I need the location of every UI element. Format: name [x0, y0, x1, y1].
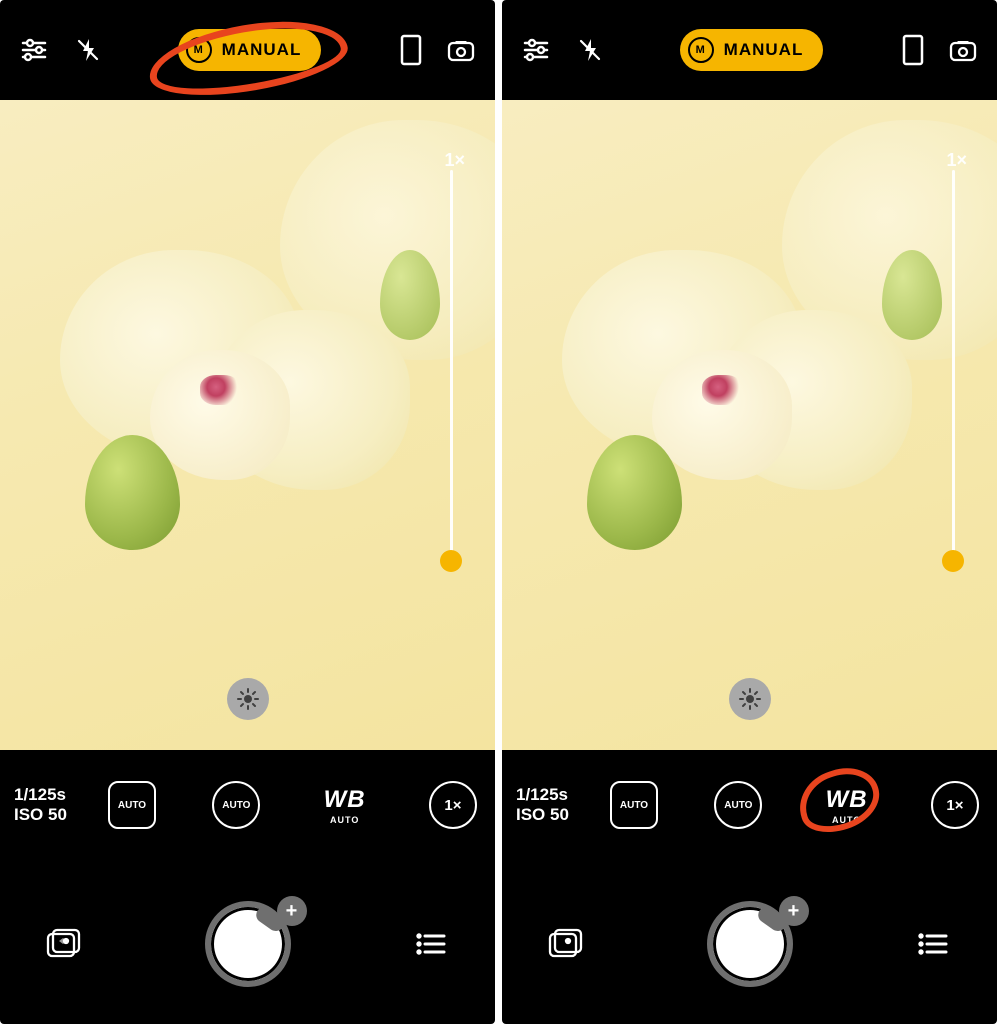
top-toolbar: M MANUAL	[502, 0, 997, 100]
mode-label: MANUAL	[222, 40, 302, 60]
zoom-slider-handle[interactable]	[942, 550, 964, 572]
white-balance-control[interactable]: WB AUTO	[819, 786, 875, 825]
shutter-plus-button[interactable]: +	[277, 896, 307, 926]
shutter-speed-value: 1/125s	[14, 785, 104, 805]
manual-controls-row: 1/125s ISO 50 AUTO AUTO WB AUTO 1×	[0, 760, 495, 850]
shutter-row: +	[502, 884, 997, 1004]
shutter-row: +	[0, 884, 495, 1004]
zoom-level-label: 1×	[444, 150, 465, 171]
zoom-slider-track[interactable]	[952, 170, 955, 570]
iso-value: ISO 50	[14, 805, 104, 825]
zoom-level-label: 1×	[946, 150, 967, 171]
top-toolbar: M MANUAL	[0, 0, 495, 100]
ev-control[interactable]: AUTO	[212, 781, 260, 829]
aspect-portrait-icon[interactable]	[389, 28, 433, 72]
zoom-control[interactable]: 1×	[931, 781, 979, 829]
settings-sliders-icon[interactable]	[514, 28, 558, 72]
white-balance-control[interactable]: WB AUTO	[317, 786, 373, 825]
gallery-button[interactable]	[40, 920, 88, 968]
zoom-badge: 1×	[444, 797, 461, 814]
mode-badge-icon: M	[186, 37, 212, 63]
exposure-readout: 1/125s ISO 50	[14, 785, 104, 824]
shutter-plus-button[interactable]: +	[779, 896, 809, 926]
flash-off-icon[interactable]	[568, 28, 612, 72]
zoom-control[interactable]: 1×	[429, 781, 477, 829]
iso-value: ISO 50	[516, 805, 606, 825]
shutter-group: +	[183, 894, 313, 994]
ev-badge: AUTO	[222, 800, 250, 811]
flash-off-icon[interactable]	[66, 28, 110, 72]
mode-manual-button[interactable]: M MANUAL	[680, 29, 824, 71]
mode-label: MANUAL	[724, 40, 804, 60]
camera-screen-right: M MANUAL 1×	[502, 0, 997, 1024]
camera-switch-icon[interactable]	[439, 28, 483, 72]
exposure-readout: 1/125s ISO 50	[516, 785, 606, 824]
focus-control[interactable]: AUTO	[108, 781, 156, 829]
wb-sub: AUTO	[832, 815, 861, 825]
mode-manual-button[interactable]: M MANUAL	[178, 29, 322, 71]
brightness-button[interactable]	[729, 678, 771, 720]
viewfinder[interactable]: 1×	[0, 100, 495, 750]
zoom-slider-handle[interactable]	[440, 550, 462, 572]
wb-label: WB	[826, 786, 868, 814]
mode-badge-icon: M	[688, 37, 714, 63]
zoom-badge: 1×	[946, 797, 963, 814]
manual-controls-row: 1/125s ISO 50 AUTO AUTO WB AUTO 1×	[502, 760, 997, 850]
gallery-button[interactable]	[542, 920, 590, 968]
wb-sub: AUTO	[330, 815, 359, 825]
modes-list-button[interactable]	[909, 920, 957, 968]
focus-badge: AUTO	[620, 800, 648, 811]
camera-screen-left: M MANUAL	[0, 0, 495, 1024]
focus-control[interactable]: AUTO	[610, 781, 658, 829]
wb-label: WB	[324, 786, 366, 814]
camera-switch-icon[interactable]	[941, 28, 985, 72]
focus-badge: AUTO	[118, 800, 146, 811]
zoom-slider-track[interactable]	[450, 170, 453, 570]
shutter-speed-value: 1/125s	[516, 785, 606, 805]
ev-badge: AUTO	[724, 800, 752, 811]
aspect-portrait-icon[interactable]	[891, 28, 935, 72]
ev-control[interactable]: AUTO	[714, 781, 762, 829]
settings-sliders-icon[interactable]	[12, 28, 56, 72]
viewfinder[interactable]: 1×	[502, 100, 997, 750]
brightness-button[interactable]	[227, 678, 269, 720]
shutter-group: +	[685, 894, 815, 994]
modes-list-button[interactable]	[407, 920, 455, 968]
